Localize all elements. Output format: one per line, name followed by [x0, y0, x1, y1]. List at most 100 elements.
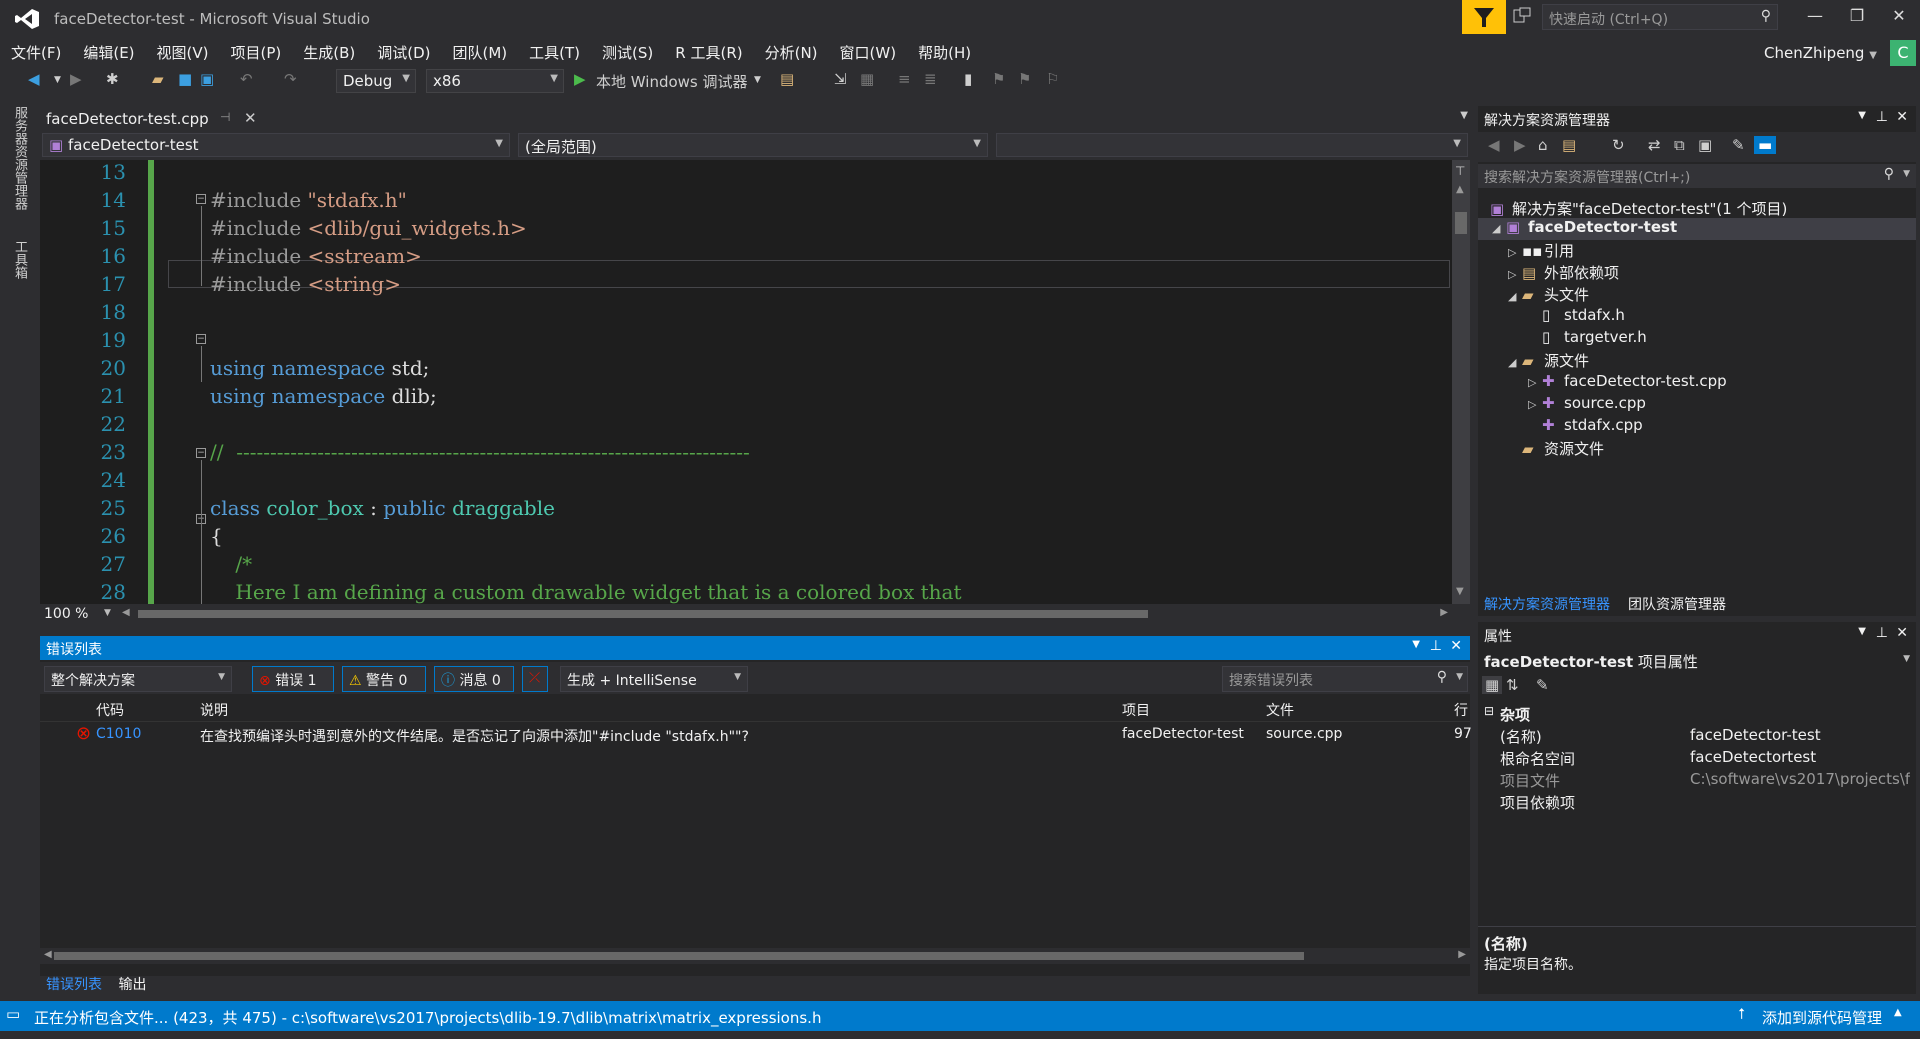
next-bookmark-icon[interactable]: ⚑ [1018, 70, 1031, 88]
quick-launch-input[interactable]: 快速启动 (Ctrl+Q) ⚲ [1542, 4, 1778, 30]
zoom-dropdown-icon[interactable]: ▼ [104, 608, 111, 618]
debugger-dropdown-icon[interactable]: ▼ [754, 75, 761, 85]
tree-item-source-cpp[interactable]: ▷ ✚ source.cpp [1528, 394, 1646, 416]
column-description[interactable]: 说明 [200, 700, 228, 720]
error-list-horizontal-scrollbar[interactable]: ◀ ▶ [40, 948, 1470, 964]
zoom-level[interactable]: 100 % [44, 606, 88, 622]
horizontal-scroll-thumb[interactable] [138, 610, 1148, 618]
error-code-link[interactable]: C1010 [96, 726, 141, 742]
menu-item[interactable]: 项目(P) [220, 38, 293, 67]
close-panel-icon[interactable]: ✕ [1896, 625, 1908, 641]
feedback-filter-icon[interactable] [1462, 0, 1506, 34]
prev-bookmark-icon[interactable]: ⚑ [992, 70, 1005, 88]
save-icon[interactable]: ■ [178, 70, 192, 88]
restore-button[interactable]: ❐ [1842, 6, 1872, 25]
scroll-right-icon[interactable]: ▶ [1440, 607, 1448, 618]
panel-menu-icon[interactable]: ▼ [1858, 626, 1866, 637]
tree-item-solution[interactable]: ▣ 解决方案"faceDetector-test"(1 个项目) [1490, 198, 1787, 220]
tab-output[interactable]: 输出 [112, 972, 152, 996]
property-row[interactable]: 项目依赖项 [1478, 790, 1916, 812]
property-row[interactable]: 根命名空间 faceDetectortest [1478, 746, 1916, 768]
new-project-icon[interactable]: ✱ [106, 70, 119, 88]
pin-icon[interactable]: ⊥ [1876, 109, 1888, 125]
scroll-right-icon[interactable]: ▶ [1458, 949, 1466, 960]
tree-item-references[interactable]: ▷ ▪▪ 引用 [1508, 240, 1574, 262]
collapse-all-icon[interactable]: ⧉ [1674, 136, 1685, 154]
collapse-icon[interactable]: ⊟ [1484, 704, 1494, 718]
menu-item[interactable]: 生成(B) [292, 38, 366, 67]
column-code[interactable]: 代码 [96, 700, 124, 720]
collapse-icon[interactable]: − [196, 194, 206, 204]
menu-item[interactable]: 调试(D) [366, 38, 441, 67]
expanded-icon[interactable]: ◢ [1492, 222, 1506, 235]
tab-overflow-icon[interactable]: ▼ [1460, 110, 1468, 121]
tab-solution-explorer[interactable]: 解决方案资源管理器 [1484, 594, 1610, 614]
warnings-filter-button[interactable]: ⚠ 警告 0 [342, 666, 426, 692]
redo-icon[interactable]: ↷ [284, 70, 297, 88]
forward-icon[interactable]: ▶ [1514, 136, 1526, 154]
back-dropdown-icon[interactable]: ▼ [54, 75, 61, 85]
start-debugging-button[interactable]: 本地 Windows 调试器 [596, 71, 748, 92]
scope-select[interactable]: 整个解决方案 ▼ [44, 666, 232, 692]
menu-item[interactable]: 窗口(W) [829, 38, 908, 67]
property-row[interactable]: (名称) faceDetector-test [1478, 724, 1916, 746]
solution-search-input[interactable]: 搜索解决方案资源管理器(Ctrl+;) ⚲ ▼ [1478, 164, 1916, 188]
errors-filter-button[interactable]: ⊗ 错误 1 [252, 666, 334, 692]
home-icon[interactable]: ⌂ [1538, 136, 1548, 154]
platform-select[interactable]: x86 ▼ [426, 69, 564, 93]
pin-icon[interactable]: ⊣ [220, 110, 230, 124]
column-project[interactable]: 项目 [1122, 700, 1150, 720]
chevron-up-icon[interactable]: ▲ [1894, 1007, 1902, 1018]
editor-horizontal-scrollbar[interactable]: 100 % ▼ ◀ ▶ [40, 604, 1470, 624]
collapsed-icon[interactable]: ▷ [1528, 376, 1542, 389]
menu-item[interactable]: 文件(F) [0, 38, 72, 67]
tab-team-explorer[interactable]: 团队资源管理器 [1628, 594, 1726, 614]
alphabetical-icon[interactable]: ⇅ [1506, 676, 1519, 694]
start-debugging-icon[interactable]: ▶ [574, 70, 586, 88]
panel-menu-icon[interactable]: ▼ [1858, 110, 1866, 121]
format-icon[interactable]: ▦ [860, 70, 874, 88]
collapsed-icon[interactable]: ▷ [1528, 398, 1542, 411]
sync-icon[interactable]: ⇄ [1648, 136, 1661, 154]
scroll-left-icon[interactable]: ◀ [122, 607, 130, 618]
scroll-down-icon[interactable]: ▼ [1456, 586, 1464, 597]
tree-item-facedetector-cpp[interactable]: ▷ ✚ faceDetector-test.cpp [1528, 372, 1727, 394]
tree-item-stdafx-cpp[interactable]: ✚ stdafx.cpp [1542, 416, 1643, 438]
back-icon[interactable]: ◀ [28, 70, 40, 88]
browse-icon[interactable]: ▤ [780, 70, 794, 88]
menu-item[interactable]: 团队(M) [442, 38, 519, 67]
add-to-source-control-button[interactable]: 添加到源代码管理 [1762, 1007, 1882, 1028]
collapsed-icon[interactable]: ▷ [1508, 268, 1522, 281]
function-scope-select[interactable]: ▼ [996, 133, 1468, 157]
close-button[interactable]: ✕ [1884, 6, 1914, 25]
error-search-input[interactable]: 搜索错误列表 ⚲ ▼ [1222, 666, 1468, 692]
column-file[interactable]: 文件 [1266, 700, 1294, 720]
horizontal-scroll-thumb[interactable] [54, 952, 1304, 960]
solution-config-select[interactable]: Debug ▼ [336, 69, 416, 93]
avatar[interactable]: C [1890, 40, 1916, 66]
properties-wrench-icon[interactable]: ✎ [1732, 136, 1745, 154]
bookmark-icon[interactable]: ▮ [964, 70, 972, 88]
minimize-button[interactable]: — [1800, 6, 1830, 25]
back-icon[interactable]: ◀ [1488, 136, 1500, 154]
save-all-icon[interactable]: ▣ [200, 70, 214, 88]
step-icon[interactable]: ⇲ [834, 70, 847, 88]
history-icon[interactable]: ↻ [1612, 136, 1625, 154]
code-editor[interactable]: − − − − #include "stdafx.h" #include <dl… [40, 160, 1452, 604]
toolbox-tab[interactable]: 工具箱 [10, 240, 29, 279]
menu-item[interactable]: 编辑(E) [72, 38, 145, 67]
expanded-icon[interactable]: ◢ [1508, 356, 1522, 369]
property-category[interactable]: ⊟ 杂项 [1478, 702, 1916, 724]
close-tab-icon[interactable]: ✕ [244, 109, 257, 127]
menu-item[interactable]: 视图(V) [146, 38, 220, 67]
forward-icon[interactable]: ▶ [70, 70, 82, 88]
pin-icon[interactable]: ⊥ [1876, 625, 1888, 641]
panel-menu-icon[interactable]: ▼ [1412, 639, 1420, 650]
clear-bookmarks-icon[interactable]: ⚐ [1046, 70, 1059, 88]
scroll-up-icon[interactable]: ▲ [1456, 184, 1464, 195]
tab-error-list[interactable]: 错误列表 [40, 972, 108, 996]
notification-icon[interactable] [1512, 6, 1532, 26]
uncomment-icon[interactable]: ≣ [924, 70, 937, 88]
menu-item[interactable]: 帮助(H) [907, 38, 982, 67]
collapsed-icon[interactable]: ▷ [1508, 246, 1522, 259]
